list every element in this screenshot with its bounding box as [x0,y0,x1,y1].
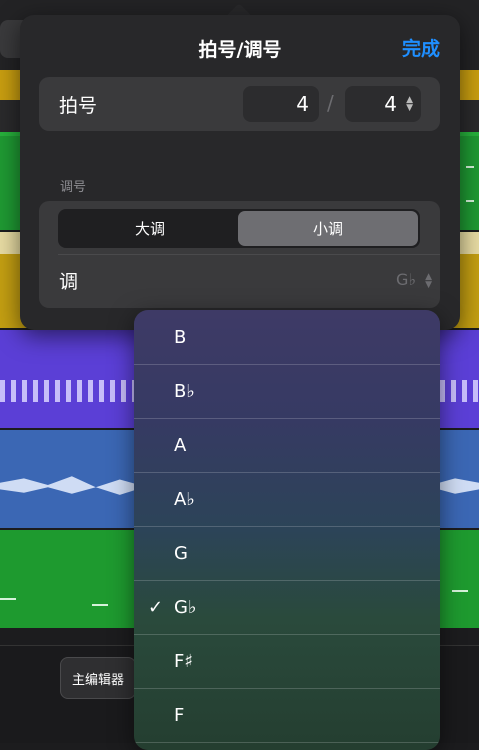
chevron-up-down-icon: ▲ ▼ [406,95,413,113]
segment-minor[interactable]: 小调 [238,211,418,246]
midi-note [466,200,474,202]
key-option-a[interactable]: A [134,418,440,473]
midi-note [452,590,468,592]
time-signature-denominator[interactable]: 4 ▲ ▼ [345,86,421,122]
option-label: F♯ [174,650,194,672]
key-option-b-flat[interactable]: B♭ [134,364,440,419]
checkmark-icon: ✓ [148,596,164,618]
key-option-g[interactable]: G [134,526,440,581]
key-option-g-flat[interactable]: ✓ G♭ [134,580,440,635]
option-label: A♭ [174,488,195,510]
option-label: G [174,542,188,564]
option-label: A [174,434,187,456]
segment-major[interactable]: 大调 [60,211,240,246]
time-signature-row: 拍号 4 / 4 ▲ ▼ [39,77,440,131]
time-key-signature-popover: 拍号/调号 完成 拍号 4 / 4 ▲ ▼ 调号 大调 小调 调 G♭ ▲ ▼ [20,15,460,330]
key-option-f-sharp[interactable]: F♯ [134,634,440,689]
numerator-value: 4 [296,92,309,116]
key-select-value[interactable]: G♭ [396,270,416,289]
time-signature-numerator[interactable]: 4 [243,86,319,122]
key-dropdown-menu: B B♭ A A♭ G ✓ G♭ F♯ F [134,310,440,750]
key-signature-box: 大调 小调 调 G♭ ▲ ▼ [39,201,440,308]
key-label: 调 [59,271,79,293]
key-option-a-flat[interactable]: A♭ [134,472,440,527]
midi-note [466,166,474,168]
option-label: G♭ [174,596,197,618]
key-option-b[interactable]: B [134,310,440,365]
time-signature-separator: / [327,91,334,115]
midi-note [92,604,108,606]
chevron-up-down-icon: ▲ ▼ [425,272,432,290]
option-label: B♭ [174,380,195,402]
key-section-label: 调号 [60,180,87,195]
key-option-f[interactable]: F [134,688,440,743]
option-label: F [174,704,185,726]
main-editor-button[interactable]: 主编辑器 [60,657,136,699]
mode-segmented-control: 大调 小调 [58,209,420,248]
done-button[interactable]: 完成 [402,34,440,61]
time-signature-label: 拍号 [59,95,98,117]
popover-title: 拍号/调号 [198,39,282,61]
option-label: B [174,326,187,348]
divider [58,254,440,255]
midi-note [0,598,16,600]
denominator-value: 4 [384,92,397,116]
